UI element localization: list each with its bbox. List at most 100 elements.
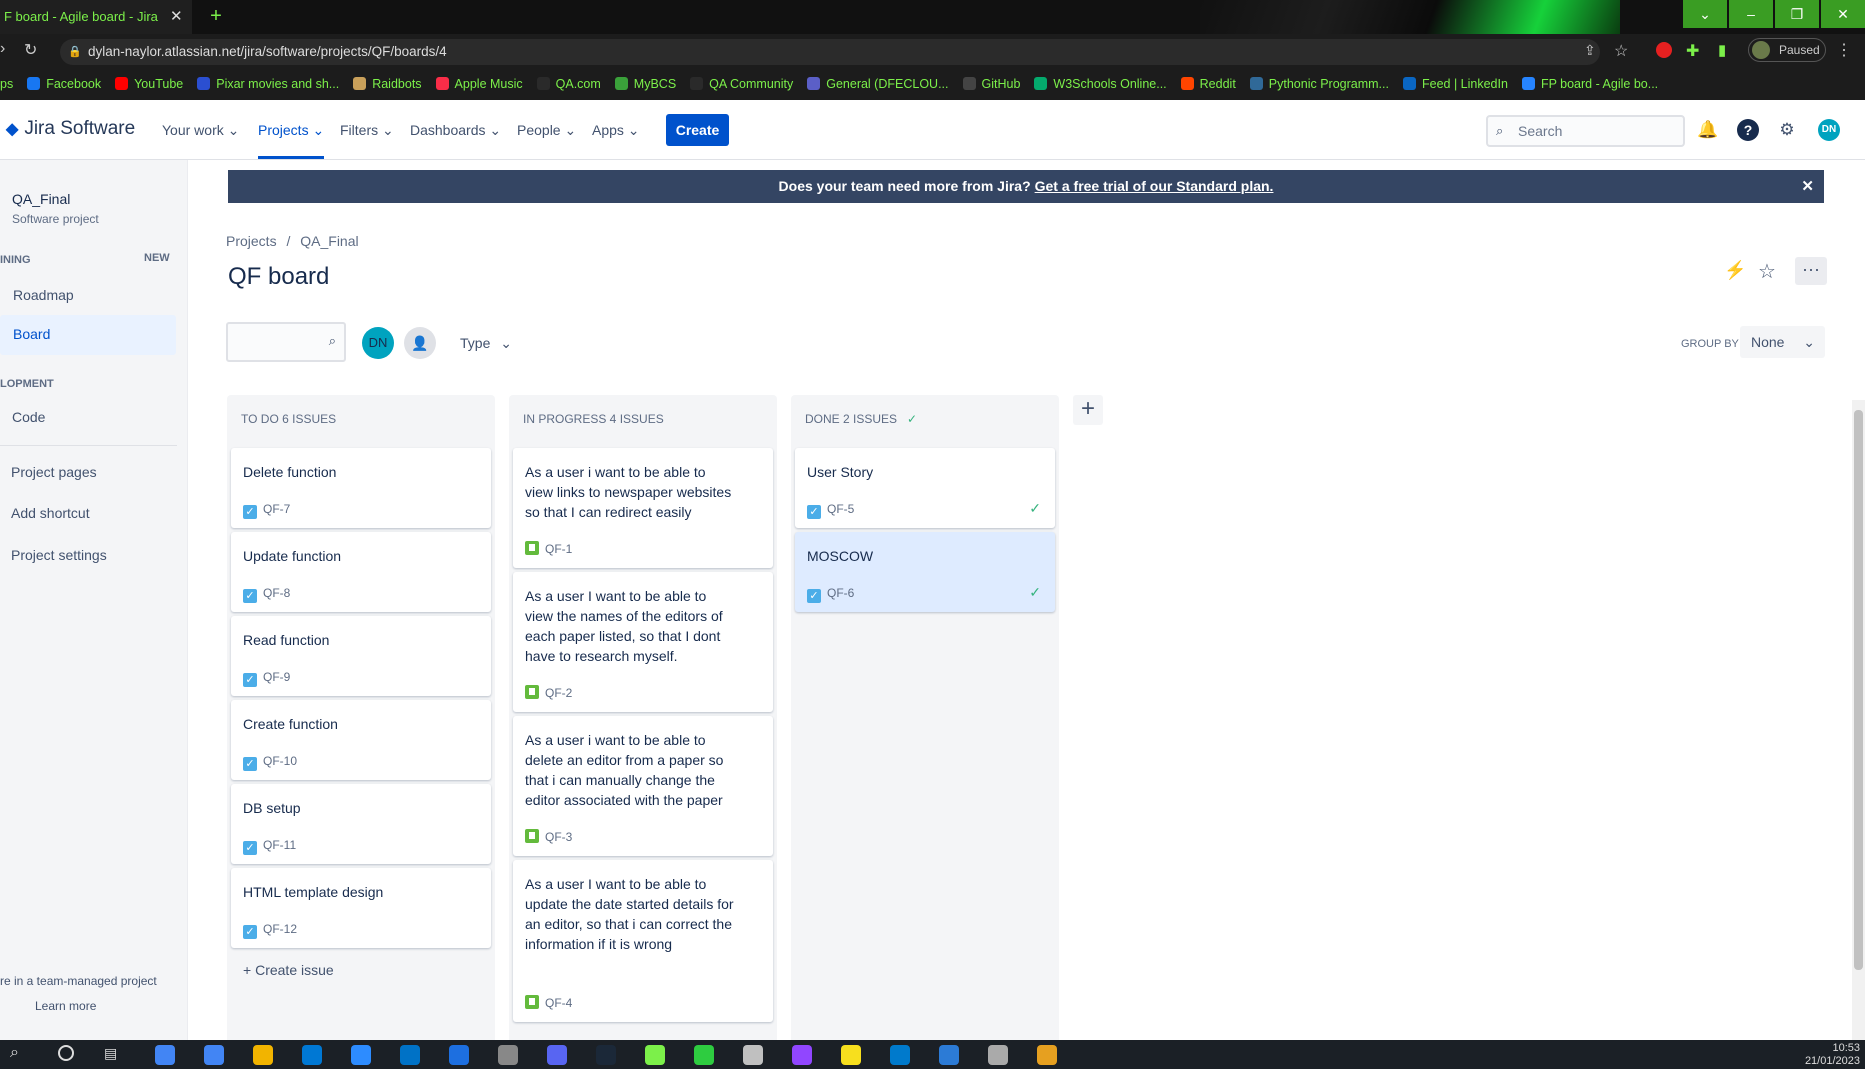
extensions-puzzle-icon[interactable]: ✚ (1686, 41, 1699, 61)
add-column-button[interactable]: + (1073, 395, 1103, 425)
taskbar-app-icon[interactable] (253, 1045, 273, 1065)
bookmark-item[interactable]: GitHub (962, 70, 1020, 98)
taskbar-app-icon[interactable] (204, 1045, 224, 1065)
taskbar-app-icon[interactable] (792, 1045, 812, 1065)
board-search-input[interactable]: ⌕ (226, 322, 346, 362)
sidebar-item-project-settings[interactable]: Project settings (11, 547, 107, 563)
user-avatar[interactable]: DN (1818, 119, 1840, 141)
taskbar-app-icon[interactable] (596, 1045, 616, 1065)
profile-button[interactable]: Paused (1748, 38, 1826, 62)
tab-close-icon[interactable]: ✕ (170, 0, 183, 34)
search-icon[interactable]: ⌕ (10, 1044, 19, 1062)
bookmark-item[interactable]: General (DFECLOU... (807, 70, 949, 98)
taskbar-app-icon[interactable] (939, 1045, 959, 1065)
taskbar-app-icon[interactable] (890, 1045, 910, 1065)
system-clock[interactable]: 10:53 21/01/2023 (1800, 1042, 1860, 1068)
share-icon[interactable]: ⇪ (1584, 42, 1596, 59)
issue-card[interactable]: Delete function ✓ QF-7 (231, 448, 491, 528)
scrollbar-thumb[interactable] (1854, 410, 1863, 970)
sidebar-item-code[interactable]: Code (12, 409, 45, 425)
bookmark-item[interactable]: QA Community (690, 70, 793, 98)
reload-icon[interactable]: ↻ (24, 40, 37, 60)
nav-dashboards[interactable]: Dashboards ⌄ (410, 122, 501, 139)
tab-search-icon[interactable]: ⌄ (1683, 0, 1727, 28)
bookmark-star-icon[interactable]: ☆ (1614, 41, 1628, 61)
close-icon[interactable]: ✕ (1801, 170, 1814, 203)
taskbar-app-icon[interactable] (841, 1045, 861, 1065)
bookmark-item[interactable]: Reddit (1180, 70, 1236, 98)
issue-card[interactable]: DB setup ✓ QF-11 (231, 784, 491, 864)
taskbar-app-icon[interactable] (1037, 1045, 1057, 1065)
taskbar-app-icon[interactable] (645, 1045, 665, 1065)
issue-card[interactable]: As a user I want to be able to update th… (513, 860, 773, 1022)
extension-adblock-icon[interactable] (1656, 42, 1672, 58)
task-view-icon[interactable]: ▤ (104, 1045, 117, 1062)
issue-card[interactable]: Update function ✓ QF-8 (231, 532, 491, 612)
bookmark-item[interactable]: ps (0, 70, 13, 98)
create-issue-button[interactable]: + Create issue (243, 962, 334, 978)
search-input[interactable]: ⌕ Search (1486, 115, 1685, 147)
bookmark-item[interactable]: Apple Music (435, 70, 523, 98)
jira-logo[interactable]: ◆ Jira Software (6, 118, 135, 140)
issue-card[interactable]: As a user i want to be able to delete an… (513, 716, 773, 856)
cortana-icon[interactable] (58, 1045, 74, 1061)
side-panel-icon[interactable]: ▮ (1718, 41, 1726, 59)
issue-card[interactable]: User Story ✓ QF-5 ✓ (795, 448, 1055, 528)
nav-people[interactable]: People ⌄ (517, 122, 576, 139)
taskbar-app-icon[interactable] (400, 1045, 420, 1065)
bookmark-item[interactable]: Feed | LinkedIn (1402, 70, 1508, 98)
issue-card[interactable]: As a user i want to be able to view link… (513, 448, 773, 568)
minimize-icon[interactable]: – (1729, 0, 1773, 28)
taskbar-app-icon[interactable] (351, 1045, 371, 1065)
bookmark-item[interactable]: Raidbots (353, 70, 422, 98)
bookmark-item[interactable]: Facebook (27, 70, 101, 98)
restore-icon[interactable]: ❐ (1775, 0, 1819, 28)
learn-more-link[interactable]: Learn more (35, 999, 96, 1013)
sidebar-item-board[interactable]: Board (0, 315, 176, 355)
bookmark-item[interactable]: Pixar movies and sh... (197, 70, 339, 98)
breadcrumb-project[interactable]: QA_Final (300, 233, 358, 249)
settings-gear-icon[interactable]: ⚙ (1776, 119, 1798, 141)
nav-projects[interactable]: Projects ⌄ (258, 122, 325, 159)
bookmark-item[interactable]: W3Schools Online... (1034, 70, 1167, 98)
bookmark-item[interactable]: FP board - Agile bo... (1521, 70, 1658, 98)
taskbar-app-icon[interactable] (302, 1045, 322, 1065)
taskbar-app-icon[interactable] (155, 1045, 175, 1065)
breadcrumb-projects[interactable]: Projects (226, 233, 277, 249)
lightning-icon[interactable]: ⚡ (1724, 260, 1746, 281)
star-icon[interactable]: ☆ (1758, 259, 1776, 284)
taskbar-app-icon[interactable] (449, 1045, 469, 1065)
sidebar-item-roadmap[interactable]: Roadmap (13, 287, 74, 303)
banner-trial-link[interactable]: Get a free trial of our Standard plan. (1035, 178, 1274, 194)
notifications-icon[interactable]: 🔔 (1697, 119, 1719, 141)
group-by-dropdown[interactable]: None ⌄ (1740, 326, 1825, 358)
bookmark-item[interactable]: Pythonic Programm... (1249, 70, 1389, 98)
assignee-avatar-filter[interactable]: DN (362, 327, 394, 359)
nav-apps[interactable]: Apps ⌄ (592, 122, 640, 139)
nav-your-work[interactable]: Your work ⌄ (162, 122, 239, 139)
type-filter-dropdown[interactable]: Type ⌄ (460, 335, 512, 352)
sidebar-item-project-pages[interactable]: Project pages (11, 464, 97, 480)
taskbar-app-icon[interactable] (694, 1045, 714, 1065)
browser-menu-icon[interactable]: ⋮ (1836, 40, 1852, 60)
issue-card[interactable]: As a user I want to be able to view the … (513, 572, 773, 712)
bookmark-item[interactable]: MyBCS (614, 70, 676, 98)
issue-card[interactable]: Create function ✓ QF-10 (231, 700, 491, 780)
taskbar-app-icon[interactable] (547, 1045, 567, 1065)
taskbar-app-icon[interactable] (988, 1045, 1008, 1065)
forward-icon[interactable]: › (0, 40, 5, 58)
close-window-icon[interactable]: ✕ (1821, 0, 1865, 28)
new-tab-button[interactable]: + (205, 6, 227, 28)
nav-filters[interactable]: Filters ⌄ (340, 122, 394, 139)
bookmark-item[interactable]: YouTube (115, 70, 183, 98)
taskbar-app-icon[interactable] (743, 1045, 763, 1065)
scrollbar[interactable] (1852, 400, 1865, 1040)
help-icon[interactable]: ? (1737, 119, 1759, 141)
issue-card[interactable]: HTML template design ✓ QF-12 (231, 868, 491, 948)
browser-tab[interactable]: F board - Agile board - Jira ✕ (0, 0, 192, 34)
sidebar-item-add-shortcut[interactable]: Add shortcut (11, 505, 90, 521)
taskbar-app-icon[interactable] (498, 1045, 518, 1065)
add-people-icon[interactable]: 👤 (404, 327, 436, 359)
more-actions-icon[interactable]: ··· (1795, 257, 1827, 285)
issue-card[interactable]: Read function ✓ QF-9 (231, 616, 491, 696)
